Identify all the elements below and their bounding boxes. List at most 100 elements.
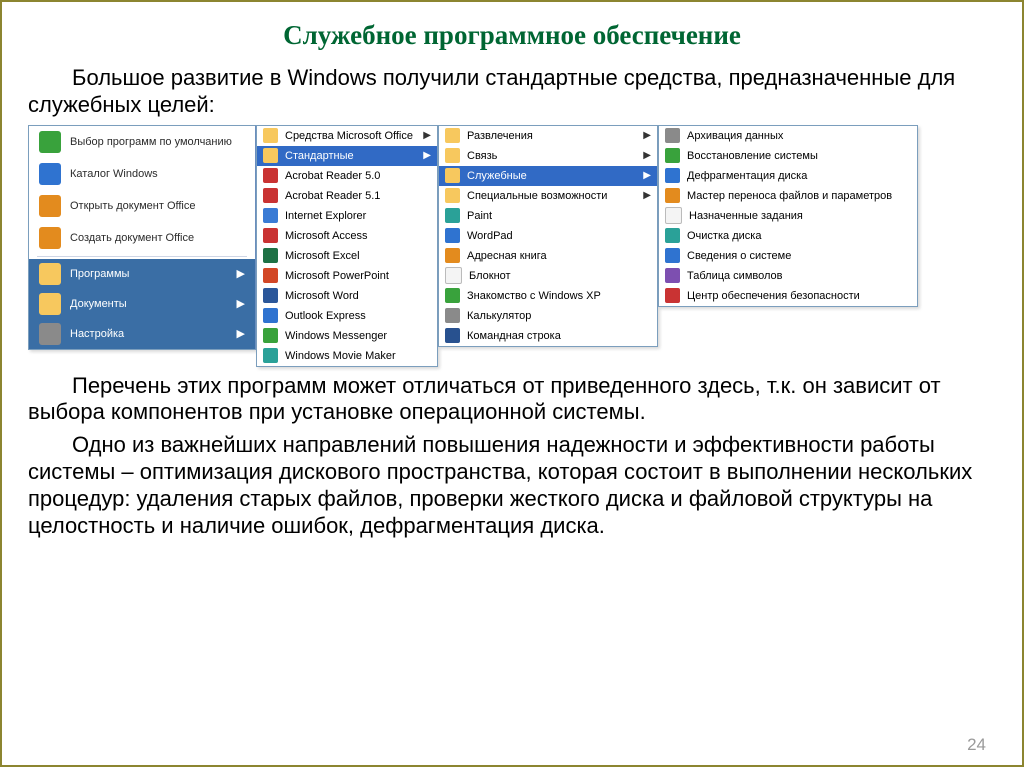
app-icon <box>263 248 278 263</box>
app-icon <box>445 148 460 163</box>
submenu-arrow-icon: ▶ <box>423 150 431 161</box>
app-icon <box>39 323 61 345</box>
menu-item-label: Дефрагментация диска <box>687 170 807 182</box>
standard-menu: Развлечения▶Связь▶Служебные▶Специальные … <box>438 125 658 347</box>
menu-item[interactable]: Microsoft Word <box>257 286 437 306</box>
menu-item[interactable]: Центр обеспечения безопасности <box>659 286 917 306</box>
system-tools-menu: Архивация данных Восстановление системы Де… <box>658 125 918 307</box>
app-icon <box>665 188 680 203</box>
start-item[interactable]: Выбор программ по умолчанию <box>29 126 255 158</box>
menu-item-label: Microsoft Access <box>285 230 368 242</box>
menu-item[interactable]: Архивация данных <box>659 126 917 146</box>
app-icon <box>263 188 278 203</box>
menu-item[interactable]: Acrobat Reader 5.1 <box>257 186 437 206</box>
menu-item[interactable]: Развлечения▶ <box>439 126 657 146</box>
paragraph-2: Перечень этих программ может отличаться … <box>28 373 996 427</box>
app-icon <box>665 288 680 303</box>
app-icon <box>263 228 278 243</box>
menu-item-label: Центр обеспечения безопасности <box>687 290 860 302</box>
menu-item[interactable]: Мастер переноса файлов и параметров <box>659 186 917 206</box>
menu-item-label: Адресная книга <box>467 250 547 262</box>
app-icon <box>665 148 680 163</box>
submenu-arrow-icon: ▶ <box>423 130 431 141</box>
menu-item[interactable]: Очистка диска <box>659 226 917 246</box>
menu-item[interactable]: Калькулятор <box>439 306 657 326</box>
menu-item[interactable]: Средства Microsoft Office ▶ <box>257 126 437 146</box>
start-item-label: Выбор программ по умолчанию <box>70 136 232 148</box>
submenu-arrow-icon: ▶ <box>237 327 245 340</box>
app-icon <box>445 308 460 323</box>
menu-item-label: Развлечения <box>467 130 533 142</box>
menu-item-label: Связь <box>467 150 497 162</box>
app-icon <box>665 128 680 143</box>
menu-item[interactable]: Стандартные▶ <box>257 146 437 166</box>
start-item-label: Открыть документ Office <box>70 200 196 212</box>
menu-item[interactable]: Windows Movie Maker <box>257 346 437 366</box>
app-icon <box>665 268 680 283</box>
menu-item-label: Acrobat Reader 5.0 <box>285 170 380 182</box>
app-icon <box>39 227 61 249</box>
menu-item[interactable]: Блокнот <box>439 266 657 286</box>
page-number: 24 <box>967 735 986 755</box>
app-icon <box>445 288 460 303</box>
start-item[interactable]: Настройка▶ <box>29 319 255 349</box>
menu-item[interactable]: Служебные▶ <box>439 166 657 186</box>
menu-separator <box>37 256 247 257</box>
app-icon <box>263 128 278 143</box>
programs-menu: Средства Microsoft Office▶Стандартные▶Ac… <box>256 125 438 367</box>
start-item[interactable]: Программы ▶ <box>29 259 255 289</box>
menu-item-label: Outlook Express <box>285 310 366 322</box>
menu-item[interactable]: WordPad <box>439 226 657 246</box>
intro-paragraph: Большое развитие в Windows получили стан… <box>28 65 996 119</box>
submenu-arrow-icon: ▶ <box>237 267 245 280</box>
app-icon <box>263 308 278 323</box>
menu-item-label: Windows Messenger <box>285 330 387 342</box>
menu-item-label: Internet Explorer <box>285 210 366 222</box>
menu-item-label: Microsoft Excel <box>285 250 360 262</box>
menu-item-label: Paint <box>467 210 492 222</box>
menu-item[interactable]: Адресная книга <box>439 246 657 266</box>
submenu-arrow-icon: ▶ <box>237 297 245 310</box>
menu-item[interactable]: Internet Explorer <box>257 206 437 226</box>
app-icon <box>445 248 460 263</box>
menu-item[interactable]: Outlook Express <box>257 306 437 326</box>
menu-item[interactable]: Paint <box>439 206 657 226</box>
menu-item[interactable]: Назначенные задания <box>659 206 917 226</box>
app-icon <box>263 268 278 283</box>
app-icon <box>445 208 460 223</box>
submenu-arrow-icon: ▶ <box>643 190 651 201</box>
menu-item[interactable]: Windows Messenger <box>257 326 437 346</box>
start-item[interactable]: Создать документ Office <box>29 222 255 254</box>
menu-item-label: Специальные возможности <box>467 190 607 202</box>
menu-item[interactable]: Таблица символов <box>659 266 917 286</box>
menu-item[interactable]: Microsoft Access <box>257 226 437 246</box>
start-item-label: Программы <box>70 268 129 280</box>
start-menu: Выбор программ по умолчанию Каталог Windo… <box>28 125 256 350</box>
menu-item-label: WordPad <box>467 230 513 242</box>
menu-item[interactable]: Специальные возможности ▶ <box>439 186 657 206</box>
app-icon <box>263 148 278 163</box>
menu-item-label: Калькулятор <box>467 310 531 322</box>
menu-item[interactable]: Сведения о системе <box>659 246 917 266</box>
start-item-label: Документы <box>70 298 127 310</box>
menu-item[interactable]: Восстановление системы <box>659 146 917 166</box>
start-item[interactable]: Документы ▶ <box>29 289 255 319</box>
start-item[interactable]: Открыть документ Office <box>29 190 255 222</box>
app-icon <box>445 168 460 183</box>
menu-item-label: Средства Microsoft Office <box>285 130 413 142</box>
app-icon <box>263 208 278 223</box>
app-icon <box>445 267 462 284</box>
menu-item[interactable]: Знакомство с Windows XP <box>439 286 657 306</box>
start-item[interactable]: Каталог Windows <box>29 158 255 190</box>
paragraph-3: Одно из важнейших направлений повышения … <box>28 432 996 539</box>
menu-item-label: Архивация данных <box>687 130 783 142</box>
menu-item[interactable]: Дефрагментация диска <box>659 166 917 186</box>
menu-item[interactable]: Acrobat Reader 5.0 <box>257 166 437 186</box>
menu-item[interactable]: Microsoft Excel <box>257 246 437 266</box>
menu-item[interactable]: Microsoft PowerPoint <box>257 266 437 286</box>
menu-item[interactable]: Связь▶ <box>439 146 657 166</box>
menu-item-label: Назначенные задания <box>689 210 803 222</box>
app-icon <box>39 195 61 217</box>
app-icon <box>263 328 278 343</box>
menu-item[interactable]: Командная строка <box>439 326 657 346</box>
